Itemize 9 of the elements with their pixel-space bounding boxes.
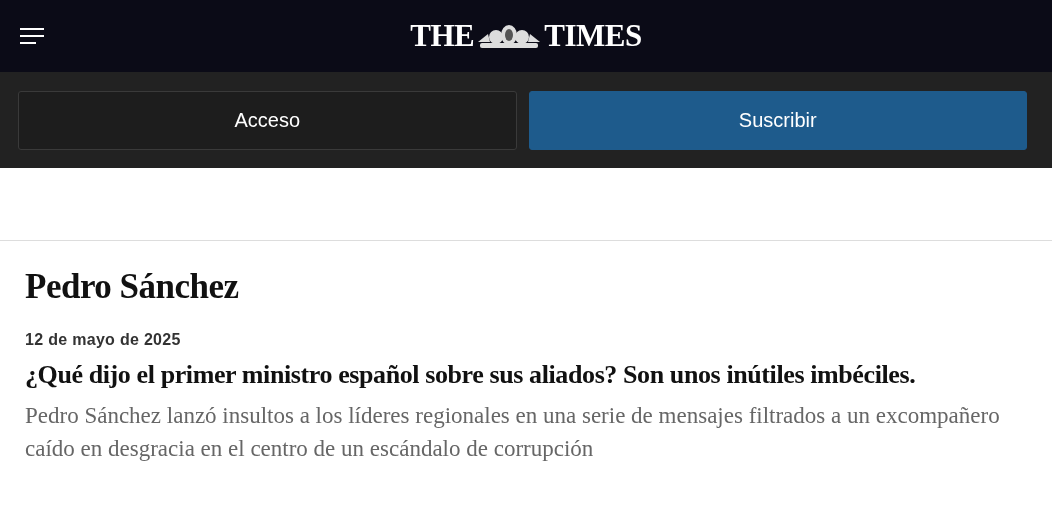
logo-text: TIMES [544,18,642,54]
account-button[interactable]: Suscribir [528,91,1027,150]
article-date: 12 de mayo de 2025 [25,331,182,349]
logo-text: THE [410,18,475,54]
menu-icon[interactable] [20,27,44,45]
topic-title: Pedro Sánchez [25,267,240,307]
article-summary: Pedro Sánchez lanzó insultos a los líderes regionales en una serie de mensajes filtrados a un excompañero caído en desgracia en el centro de un escándalo de corrupción [25,402,1001,463]
article-headline[interactable]: ¿Qué dijo el primer ministro español sobre sus aliados? Son unos inútiles imbéciles. [25,359,1027,391]
account-button[interactable]: Acceso [18,91,517,150]
